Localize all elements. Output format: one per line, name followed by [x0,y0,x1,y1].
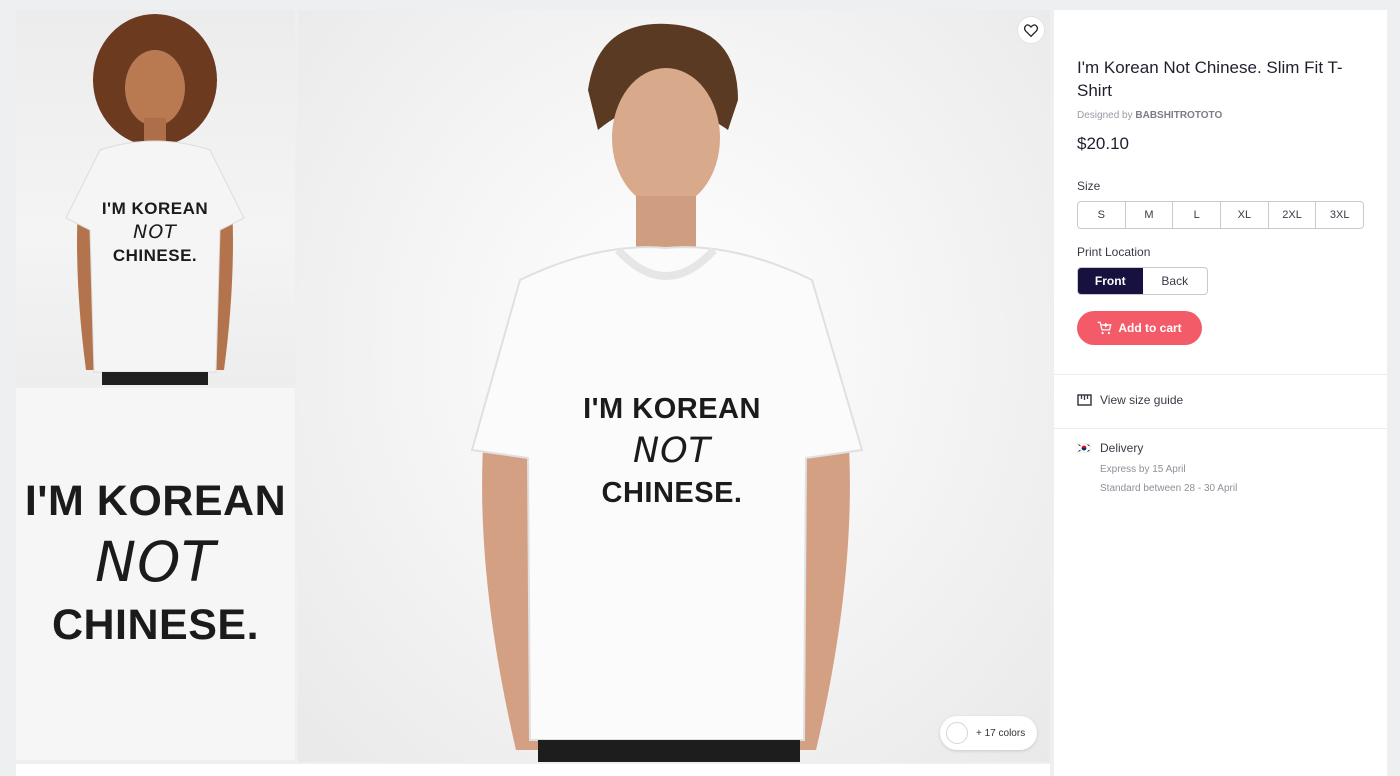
print-line-3: CHINESE. [112,246,198,265]
size-option-l[interactable]: L [1173,202,1222,228]
add-to-cart-button[interactable]: Add to cart [1077,311,1202,345]
design-artwork-print: I'M KOREAN NOT CHINESE. [16,480,295,647]
thumbnail-model-photo[interactable]: I'M KOREAN NOT CHINESE. [16,10,295,385]
size-option-m[interactable]: M [1126,202,1174,228]
product-price: $20.10 [1077,134,1129,153]
print-location-front[interactable]: Front [1078,268,1143,294]
artwork-line-2: NOT [94,530,217,594]
content-strip [16,764,1050,776]
main-product-image[interactable]: I'M KOREAN NOT CHINESE. [298,10,1050,762]
size-option-3xl[interactable]: 3XL [1316,202,1363,228]
main-print-line-1: I'M KOREAN [583,393,761,425]
flag-icon [1077,443,1091,453]
ruler-icon [1077,394,1092,406]
main-print-line-3: CHINESE. [601,477,743,509]
designer-credit: Designed by BABSHITROTOTO [1077,110,1364,121]
print-line-1: I'M KOREAN [101,199,209,218]
heart-icon [1024,23,1038,37]
delivery-standard: Standard between 28 - 30 April [1100,483,1238,494]
artwork-line-3: CHINESE. [51,601,260,649]
size-option-xl[interactable]: XL [1221,202,1269,228]
print-line-2: NOT [133,221,177,243]
designer-prefix: Designed by [1077,110,1133,121]
color-swatch-white [946,722,968,744]
print-location-selector: Front Back [1077,267,1208,295]
product-title: I'm Korean Not Chinese. Slim Fit T-Shirt [1077,58,1343,100]
add-to-cart-label: Add to cart [1118,321,1182,335]
main-shirt-print: I'M KOREAN NOT CHINESE. [564,395,780,508]
product-options-panel: I'm Korean Not Chinese. Slim Fit T-Shirt… [1054,10,1387,776]
favorite-button[interactable] [1017,16,1045,44]
panel-divider [1054,428,1387,429]
panel-divider [1054,374,1387,375]
delivery-info: Delivery Express by 15 April Standard be… [1077,441,1237,494]
color-picker-pill[interactable]: + 17 colors [940,716,1038,750]
artwork-line-1: I'M KOREAN [24,477,287,525]
designer-name-link[interactable]: BABSHITROTOTO [1135,110,1222,121]
colors-count-label: + 17 colors [976,727,1026,739]
main-print-line-2: NOT [632,431,712,471]
delivery-title: Delivery [1100,441,1144,455]
product-page: I'M KOREAN NOT CHINESE. I'M KOREAN NOT C… [0,0,1400,776]
print-location-label: Print Location [1077,245,1151,259]
size-guide-link[interactable]: View size guide [1077,393,1183,407]
size-guide-label: View size guide [1100,393,1184,407]
size-option-s[interactable]: S [1078,202,1126,228]
print-location-back[interactable]: Back [1143,268,1208,294]
woman-model-illustration [65,14,245,385]
size-selector: S M L XL 2XL 3XL [1077,201,1364,229]
cart-icon [1097,321,1112,335]
man-model-illustration [470,23,864,762]
thumbnail-shirt-print: I'M KOREAN NOT CHINESE. [100,200,210,264]
delivery-express: Express by 15 April [1100,464,1186,475]
size-label: Size [1077,179,1101,193]
size-option-2xl[interactable]: 2XL [1269,202,1317,228]
thumbnail-design-artwork[interactable]: I'M KOREAN NOT CHINESE. [16,388,295,760]
